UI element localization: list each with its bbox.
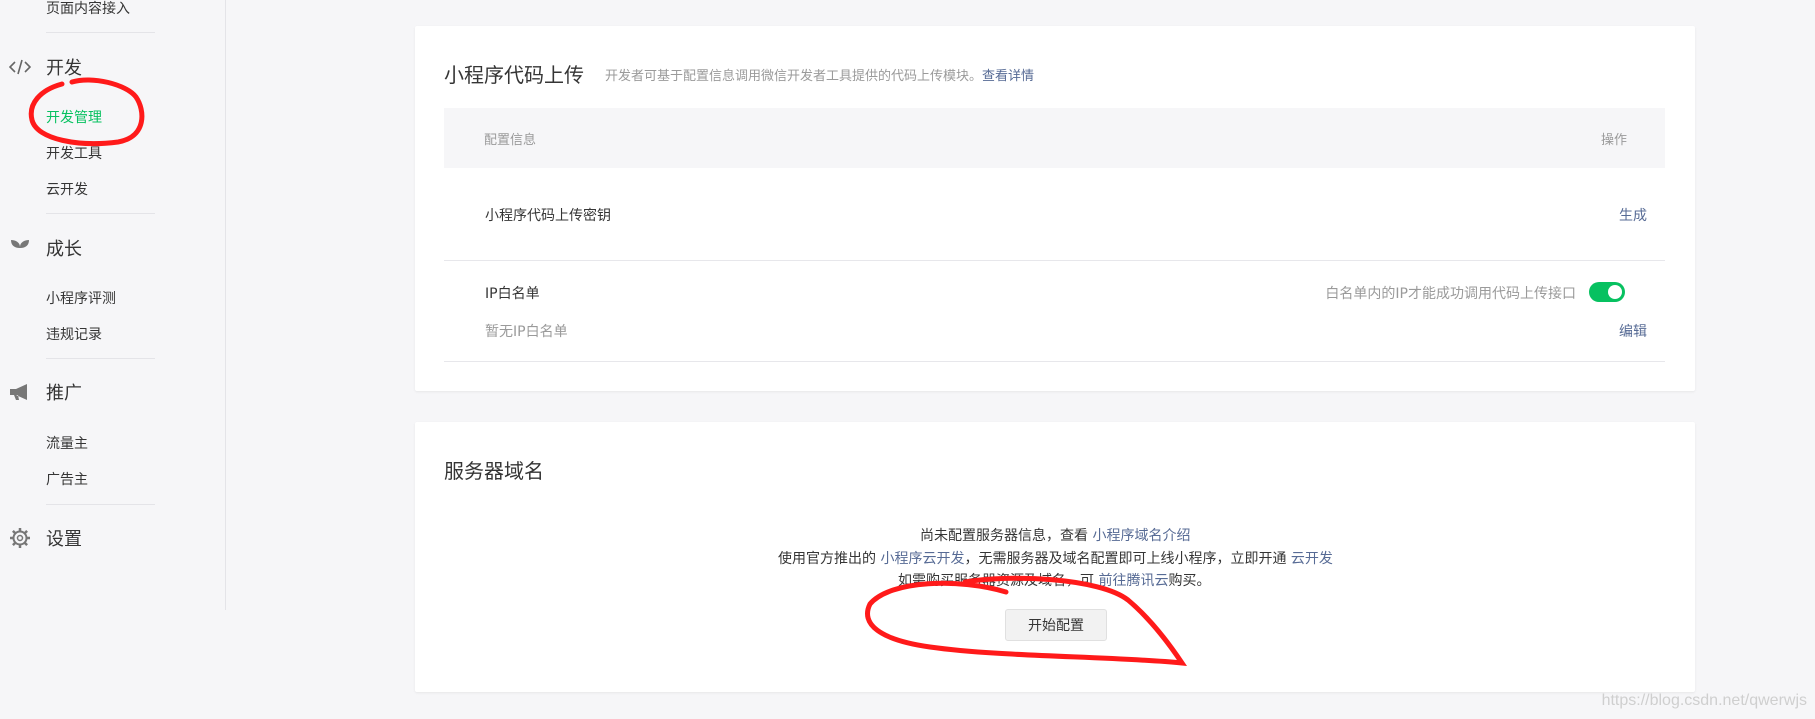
info-text: 如需购买服务器资源及域名，可	[898, 573, 1094, 589]
cloud-dev-link[interactable]: 小程序云开发	[880, 551, 964, 567]
page-root: 页面内容接入 开发 开发管理 开发工具 云开发 成长 小程序评测 违规记录 推广	[0, 0, 1815, 719]
sidebar-item-review[interactable]: 小程序评测	[46, 288, 116, 308]
info-text: 使用官方推出的	[778, 551, 876, 567]
info-line-3: 如需购买服务器资源及域名，可 前往腾讯云购买。	[898, 570, 1210, 590]
sidebar-group-settings[interactable]: 设置	[8, 525, 82, 551]
ip-whitelist-toggle[interactable]	[1589, 282, 1625, 302]
view-details-link[interactable]: 查看详情	[982, 69, 1034, 84]
ip-whitelist-hint: 白名单内的IP才能成功调用代码上传接口	[1325, 286, 1576, 302]
sidebar-divider	[46, 213, 155, 214]
card-title: 小程序代码上传	[444, 63, 584, 87]
info-text: 尚未配置服务器信息，查看	[920, 528, 1088, 544]
server-domain-card: 服务器域名 尚未配置服务器信息，查看 小程序域名介绍 使用官方推出的 小程序云开…	[415, 422, 1695, 692]
ip-whitelist-label: IP白名单	[485, 286, 540, 302]
row-divider	[444, 260, 1665, 261]
sidebar-item-cloud-dev[interactable]: 云开发	[46, 179, 88, 199]
upload-key-label: 小程序代码上传密钥	[485, 208, 611, 224]
sidebar-item-dev-tools[interactable]: 开发工具	[46, 143, 102, 163]
domain-intro-link[interactable]: 小程序域名介绍	[1092, 528, 1190, 544]
column-header-action: 操作	[1600, 133, 1627, 148]
edit-whitelist-link[interactable]: 编辑	[1619, 321, 1647, 341]
toggle-knob	[1608, 285, 1622, 299]
sidebar-group-promotion[interactable]: 推广	[8, 379, 82, 405]
sidebar-item-dev-manage[interactable]: 开发管理	[46, 107, 102, 127]
gear-icon	[8, 526, 32, 550]
sidebar-divider	[46, 358, 155, 359]
sprout-icon	[8, 236, 32, 260]
ip-whitelist-empty: 暂无IP白名单	[485, 324, 568, 340]
card-description-text: 开发者可基于配置信息调用微信开发者工具提供的代码上传模块。	[605, 69, 983, 84]
sidebar-group-label: 成长	[46, 239, 82, 260]
column-header-config: 配置信息	[484, 133, 537, 148]
info-line-1: 尚未配置服务器信息，查看 小程序域名介绍	[920, 525, 1190, 545]
code-upload-card: 小程序代码上传 开发者可基于配置信息调用微信开发者工具提供的代码上传模块。查看详…	[415, 26, 1695, 391]
sidebar-divider	[46, 32, 155, 33]
megaphone-icon	[8, 380, 32, 404]
card-title: 服务器域名	[444, 459, 544, 483]
sidebar-border	[225, 0, 226, 610]
sidebar-group-growth[interactable]: 成长	[8, 235, 82, 261]
sidebar: 页面内容接入 开发 开发管理 开发工具 云开发 成长 小程序评测 违规记录 推广	[0, 0, 226, 719]
info-text: ，无需服务器及域名配置即可上线小程序，立即开通	[964, 551, 1287, 567]
card-description: 开发者可基于配置信息调用微信开发者工具提供的代码上传模块。查看详情	[605, 65, 1034, 84]
sidebar-divider	[46, 504, 155, 505]
sidebar-item-page-content[interactable]: 页面内容接入	[46, 0, 130, 18]
table-header: 配置信息 操作	[444, 108, 1665, 168]
start-config-button[interactable]: 开始配置	[1005, 609, 1107, 641]
row-divider	[444, 361, 1665, 362]
info-line-2: 使用官方推出的 小程序云开发，无需服务器及域名配置即可上线小程序，立即开通 云开…	[778, 548, 1333, 568]
info-text: 购买。	[1168, 573, 1211, 589]
tencent-cloud-link[interactable]: 前往腾讯云	[1098, 573, 1168, 589]
enable-cloud-dev-link[interactable]: 云开发	[1291, 551, 1333, 567]
code-icon	[8, 55, 32, 79]
sidebar-group-dev[interactable]: 开发	[8, 54, 82, 80]
sidebar-group-label: 开发	[46, 58, 82, 79]
sidebar-item-violations[interactable]: 违规记录	[46, 324, 102, 344]
sidebar-group-label: 推广	[46, 383, 82, 404]
generate-key-link[interactable]: 生成	[1619, 205, 1647, 225]
watermark: https://blog.csdn.net/qwerwjs	[1601, 692, 1807, 709]
sidebar-item-advertiser[interactable]: 广告主	[46, 469, 88, 489]
sidebar-group-label: 设置	[46, 529, 82, 550]
sidebar-item-traffic-owner[interactable]: 流量主	[46, 433, 88, 453]
